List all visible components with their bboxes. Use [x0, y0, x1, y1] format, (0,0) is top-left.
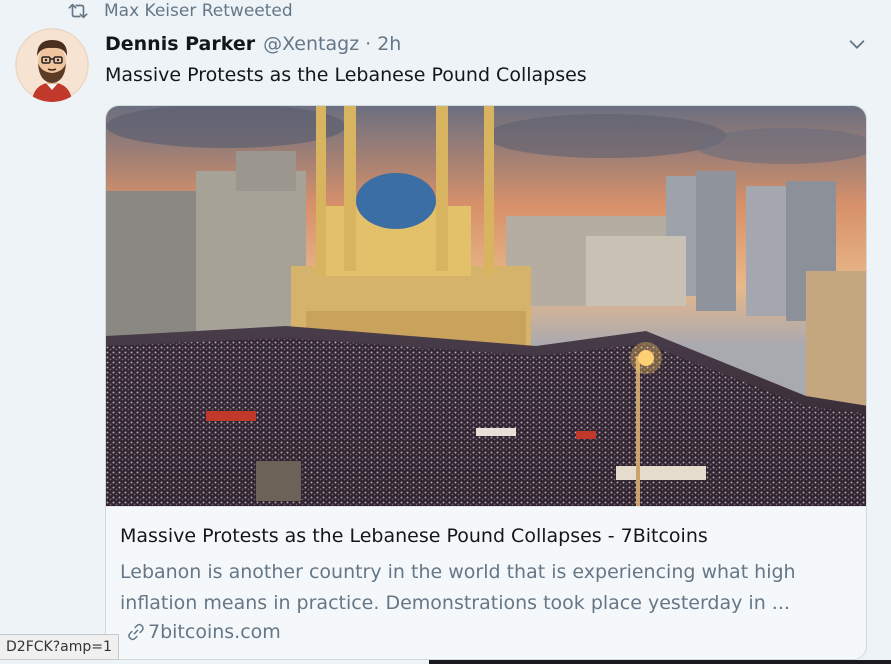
author-name[interactable]: Dennis Parker — [105, 33, 255, 55]
link-icon — [128, 623, 144, 641]
status-bar-url: D2FCK?amp=1 — [0, 634, 119, 660]
retweet-label: Max Keiser Retweeted — [104, 1, 293, 21]
retweet-icon — [68, 3, 88, 19]
card-domain-label: 7bitcoins.com — [148, 621, 281, 643]
chevron-down-icon[interactable] — [846, 33, 868, 55]
card-description: Lebanon is another country in the world … — [120, 561, 796, 614]
card-image[interactable] — [106, 106, 866, 506]
card-title[interactable]: Massive Protests as the Lebanese Pound C… — [120, 525, 708, 547]
card-domain[interactable]: 7bitcoins.com — [126, 621, 281, 643]
author-handle[interactable]: @Xentagz — [263, 33, 359, 55]
tweet-text: Massive Protests as the Lebanese Pound C… — [105, 64, 587, 86]
link-card[interactable]: Massive Protests as the Lebanese Pound C… — [105, 105, 867, 660]
tweet[interactable]: Max Keiser Retweeted Dennis Parker @Xent… — [0, 0, 891, 664]
card-body[interactable]: Massive Protests as the Lebanese Pound C… — [106, 506, 866, 659]
separator-dot: · — [365, 33, 372, 55]
tweet-header: Dennis Parker @Xentagz · 2h — [105, 31, 401, 57]
avatar[interactable] — [15, 28, 89, 102]
retweet-context[interactable]: Max Keiser Retweeted — [67, 0, 293, 22]
timestamp[interactable]: 2h — [377, 33, 401, 55]
window-bottom-edge — [429, 660, 891, 664]
